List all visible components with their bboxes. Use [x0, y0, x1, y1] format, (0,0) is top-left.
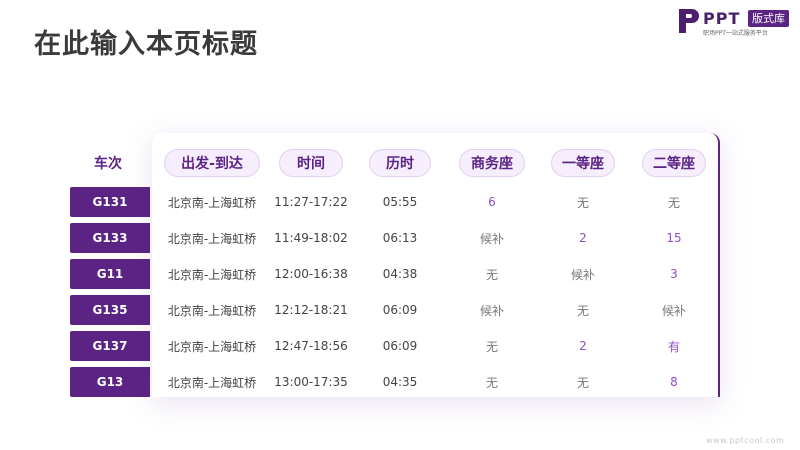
- train-number-badge: G137: [70, 331, 150, 361]
- header-time: 时间: [279, 149, 343, 177]
- cell-second: 15: [666, 231, 682, 245]
- page-title: 在此输入本页标题: [34, 29, 258, 60]
- cell-second: 有: [667, 339, 680, 354]
- header-route: 出发-到达: [164, 149, 260, 177]
- train-number-badge: G13: [70, 367, 150, 397]
- cell-second: 8: [670, 375, 678, 389]
- cell-route: 北京南-上海虹桥: [167, 267, 257, 282]
- train-number-badge: G11: [70, 259, 150, 289]
- cell-second: 候补: [661, 303, 686, 318]
- cell-route: 北京南-上海虹桥: [167, 339, 257, 354]
- train-number-badge: G133: [70, 223, 150, 253]
- cell-route: 北京南-上海虹桥: [167, 195, 257, 210]
- logo-tagline: 职场PPT一站式服务平台: [703, 30, 768, 37]
- header-business-seat: 商务座: [459, 149, 525, 177]
- train-number-badge: G135: [70, 295, 150, 325]
- logo-mark-icon: [679, 9, 699, 33]
- cell-route: 北京南-上海虹桥: [167, 303, 257, 318]
- cell-second: 3: [670, 267, 678, 281]
- cell-second: 无: [667, 195, 680, 210]
- watermark: www.pptcool.com: [706, 436, 785, 445]
- header-duration: 历时: [369, 149, 431, 177]
- header-first-class: 一等座: [551, 149, 615, 177]
- column-header-train: 车次: [94, 156, 122, 172]
- header-second-class: 二等座: [642, 149, 706, 177]
- train-number-badge: G131: [70, 187, 150, 217]
- logo-badge: 版式库: [748, 10, 789, 27]
- brand-logo: PPT 版式库 职场PPT一站式服务平台: [678, 8, 796, 38]
- logo-name: PPT: [703, 9, 741, 28]
- cell-route: 北京南-上海虹桥: [167, 231, 257, 246]
- cell-route: 北京南-上海虹桥: [167, 375, 257, 390]
